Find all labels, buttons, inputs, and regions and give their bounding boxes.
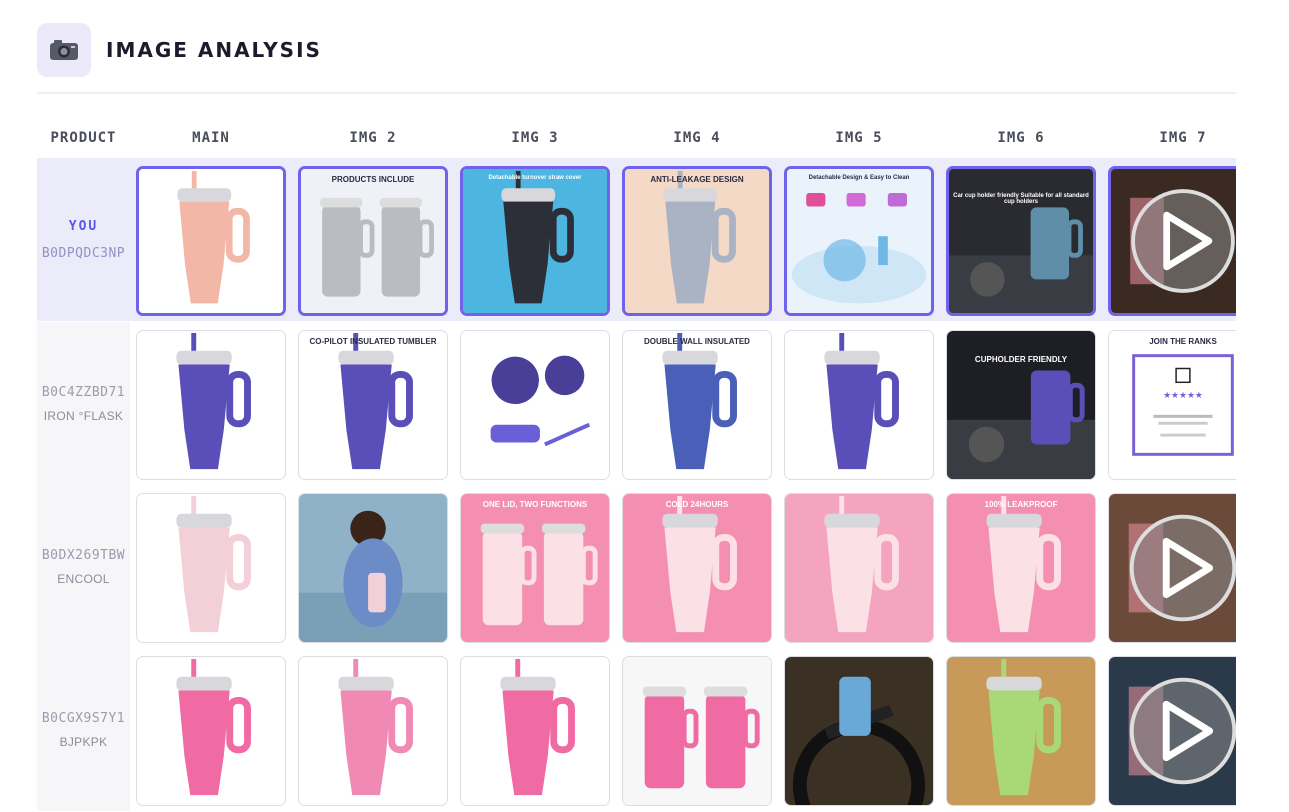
product-row: B0DX269TBW ENCOOL ONE LID, TWO FUNCTIONS CO… bbox=[37, 485, 1236, 648]
column-header-img3: IMG 3 bbox=[511, 130, 559, 146]
product-image-img2[interactable] bbox=[298, 656, 448, 806]
column-header-row: PRODUCT MAIN IMG 2 IMG 3 IMG 4 IMG 5 IMG… bbox=[37, 116, 1236, 158]
product-image-img2[interactable] bbox=[298, 493, 448, 643]
product-asin: B0CGX9S7Y1 bbox=[41, 710, 126, 726]
product-image-img7-video[interactable] bbox=[1108, 166, 1236, 316]
product-asin: B0DPQDC3NP bbox=[41, 245, 126, 261]
product-image-img7[interactable]: ★★★★★ JOIN THE RANKS bbox=[1108, 330, 1236, 480]
column-header-product: PRODUCT bbox=[50, 130, 117, 146]
product-image-img4[interactable] bbox=[622, 656, 772, 806]
svg-text:★★★★★: ★★★★★ bbox=[1163, 391, 1203, 401]
image-caption: Detachable Design & Easy to Clean bbox=[808, 175, 910, 181]
product-label: YOU B0DPQDC3NP bbox=[37, 158, 130, 321]
column-header-img7: IMG 7 bbox=[1159, 130, 1207, 146]
product-row: B0C4ZZBD71 IRON °FLASK CO-PILOT INSULATED … bbox=[37, 322, 1236, 485]
product-image-img5[interactable] bbox=[784, 656, 934, 806]
column-header-main: MAIN bbox=[192, 130, 230, 146]
header-divider bbox=[37, 92, 1236, 94]
product-image-img5[interactable]: Detachable Design & Easy to Clean bbox=[784, 166, 934, 316]
product-image-main[interactable] bbox=[136, 166, 286, 316]
image-caption: ONE LID, TWO FUNCTIONS bbox=[482, 500, 588, 509]
image-caption: ANTI-LEAKAGE DESIGN bbox=[650, 175, 744, 184]
product-image-img3[interactable] bbox=[460, 330, 610, 480]
product-image-main[interactable] bbox=[136, 656, 286, 806]
column-header-img5: IMG 5 bbox=[835, 130, 883, 146]
product-row: YOU B0DPQDC3NP PRODUCTS INCLUDE Detachable … bbox=[37, 158, 1236, 321]
product-image-img3[interactable]: Detachable turnover straw cover bbox=[460, 166, 610, 316]
play-icon[interactable] bbox=[1109, 657, 1236, 805]
product-image-img4[interactable]: DOUBLE WALL INSULATED bbox=[622, 330, 772, 480]
product-row: B0CGX9S7Y1 BJPKPK bbox=[37, 648, 1236, 811]
page-header: IMAGE ANALYSIS bbox=[37, 23, 322, 77]
product-label: B0DX269TBW ENCOOL bbox=[37, 485, 130, 648]
image-caption: Detachable turnover straw cover bbox=[488, 175, 582, 181]
image-analysis-grid: PRODUCT MAIN IMG 2 IMG 3 IMG 4 IMG 5 IMG… bbox=[37, 116, 1236, 812]
image-caption: CO-PILOT INSULATED TUMBLER bbox=[309, 337, 437, 346]
image-caption: JOIN THE RANKS bbox=[1149, 337, 1217, 346]
product-image-img4[interactable]: COLD 24HOURS bbox=[622, 493, 772, 643]
product-brand: IRON °FLASK bbox=[43, 408, 124, 423]
product-image-img6[interactable]: Car cup holder friendly Suitable for all… bbox=[946, 166, 1096, 316]
column-header-img6: IMG 6 bbox=[997, 130, 1045, 146]
product-brand: BJPKPK bbox=[59, 734, 108, 749]
product-image-img3[interactable]: ONE LID, TWO FUNCTIONS bbox=[460, 493, 610, 643]
image-caption: 100% LEAKPROOF bbox=[984, 500, 1058, 509]
page-title: IMAGE ANALYSIS bbox=[106, 38, 322, 62]
product-image-img2[interactable]: PRODUCTS INCLUDE bbox=[298, 166, 448, 316]
camera-icon bbox=[37, 23, 91, 77]
product-image-img7-video[interactable] bbox=[1108, 656, 1236, 806]
product-image-img6[interactable]: CUPHOLDER FRIENDLY bbox=[946, 330, 1096, 480]
image-caption: COLD 24HOURS bbox=[665, 500, 729, 509]
product-image-img3[interactable] bbox=[460, 656, 610, 806]
column-header-img4: IMG 4 bbox=[673, 130, 721, 146]
play-icon[interactable] bbox=[1111, 169, 1236, 313]
product-image-img7-video[interactable] bbox=[1108, 493, 1236, 643]
product-image-main[interactable] bbox=[136, 493, 286, 643]
product-image-img5[interactable] bbox=[784, 330, 934, 480]
image-caption: PRODUCTS INCLUDE bbox=[331, 175, 415, 184]
product-image-img6[interactable] bbox=[946, 656, 1096, 806]
product-brand: ENCOOL bbox=[57, 571, 110, 586]
product-image-img4[interactable]: ANTI-LEAKAGE DESIGN bbox=[622, 166, 772, 316]
column-header-img2: IMG 2 bbox=[349, 130, 397, 146]
product-label: B0C4ZZBD71 IRON °FLASK bbox=[37, 322, 130, 485]
product-image-main[interactable] bbox=[136, 330, 286, 480]
image-caption: DOUBLE WALL INSULATED bbox=[644, 337, 750, 346]
image-caption: CUPHOLDER FRIENDLY bbox=[974, 355, 1068, 364]
product-image-img6[interactable]: 100% LEAKPROOF bbox=[946, 493, 1096, 643]
product-image-img2[interactable]: CO-PILOT INSULATED TUMBLER bbox=[298, 330, 448, 480]
product-asin: B0C4ZZBD71 bbox=[41, 384, 126, 400]
product-image-img5[interactable] bbox=[784, 493, 934, 643]
you-label: YOU bbox=[68, 218, 99, 234]
play-icon[interactable] bbox=[1109, 494, 1236, 642]
product-asin: B0DX269TBW bbox=[41, 547, 126, 563]
product-label: B0CGX9S7Y1 BJPKPK bbox=[37, 648, 130, 811]
image-caption: Car cup holder friendly Suitable for all… bbox=[953, 193, 1089, 205]
